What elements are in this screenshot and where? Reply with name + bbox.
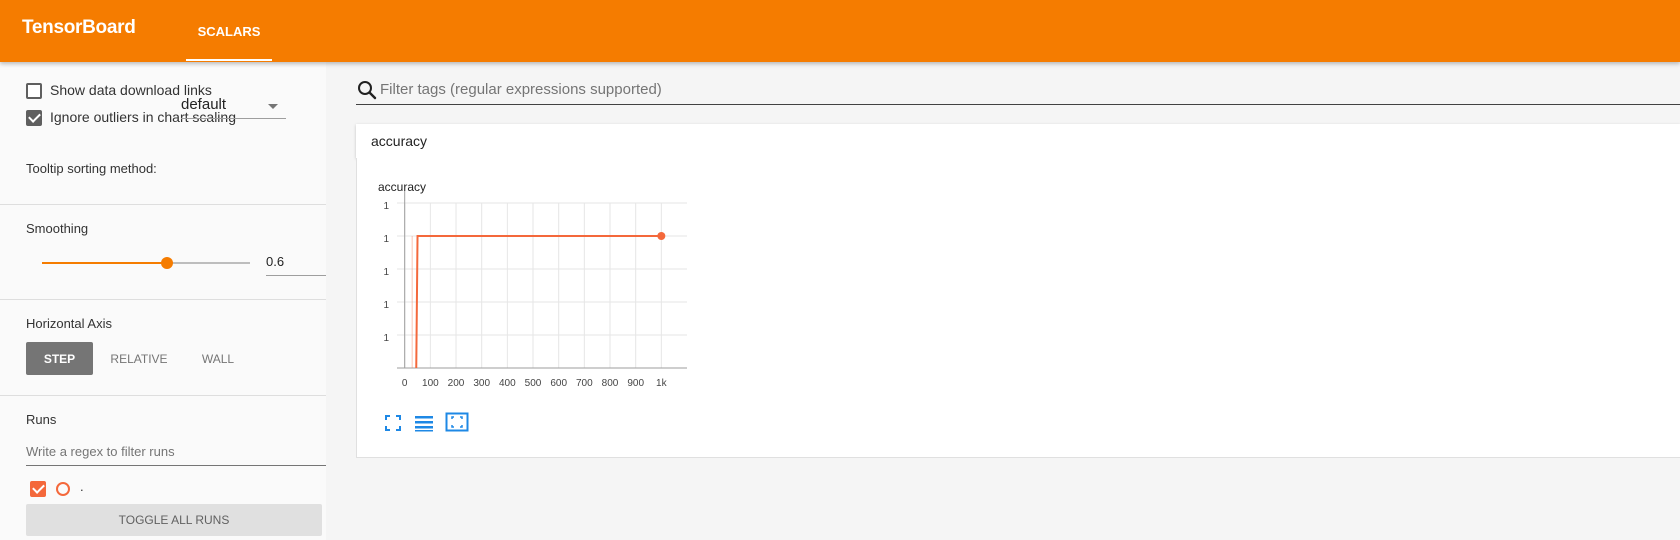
tooltip-sorting-label: Tooltip sorting method: [26,161,157,176]
tag-filter-input[interactable]: Filter tags (regular expressions support… [356,76,1680,105]
sidebar-divider [0,395,326,396]
toggle-all-runs-button[interactable]: TOGGLE ALL RUNS [26,504,322,536]
y-tick-label: 1 [383,300,389,311]
top-app-bar: TensorBoard SCALARS [0,0,1680,62]
smoothing-slider-thumb[interactable] [160,257,173,269]
x-tick-label: 0 [402,378,408,389]
tag-filter-placeholder: Filter tags (regular expressions support… [380,81,662,98]
run-name: . [80,479,84,494]
x-tick-label: 500 [525,378,542,389]
scalar-card: accuracy 1 1 1 1 1 0 100 200 300 400 500 600 700 800 9… [356,158,1680,458]
horizontal-axis-title: Horizontal Axis [26,316,112,331]
axis-relative-button[interactable]: RELATIVE [104,342,174,375]
category-title: accuracy [371,133,428,149]
x-tick-label: 300 [473,378,490,389]
x-tick-label: 100 [422,378,439,389]
tooltip-sorting-select[interactable]: default [181,94,286,119]
series-end-point [657,232,666,240]
runs-filter-input[interactable]: Write a regex to filter runs [26,441,326,466]
sidebar-divider [0,299,326,300]
accuracy-chart[interactable]: 1 1 1 1 1 0 100 200 300 400 500 600 700 800 900 1k [357,188,697,423]
smoothing-slider-fill [42,262,167,264]
x-tick-label: 700 [576,378,593,389]
sidebar-divider [0,204,326,205]
x-tick-label: 800 [602,378,619,389]
toggle-log-scale-icon[interactable] [414,413,434,433]
axis-step-button[interactable]: STEP [26,342,93,375]
active-tab-indicator [186,59,272,61]
axis-wall-button[interactable]: WALL [188,342,248,375]
y-tick-label: 1 [383,234,389,245]
x-tick-label: 400 [499,378,516,389]
x-tick-label: 200 [448,378,465,389]
app-brand: TensorBoard [22,17,136,38]
ignore-outliers-checkbox[interactable] [26,110,42,126]
smoothing-slider[interactable] [42,257,250,269]
category-header[interactable]: accuracy [356,124,1680,158]
sidebar [0,62,326,540]
runs-title: Runs [26,412,57,427]
dropdown-caret-icon [268,104,278,109]
fullscreen-icon[interactable] [384,414,402,432]
check-mark-icon [28,110,41,123]
x-tick-label: 900 [627,378,644,389]
smoothing-value-input[interactable]: 0.6 [266,250,326,276]
fit-domain-icon[interactable] [445,412,469,432]
check-mark-icon [32,481,45,494]
tooltip-sorting-value: default [181,96,227,113]
y-tick-label: 1 [383,333,389,344]
run-color-indicator[interactable] [56,482,70,496]
show-download-links-checkbox[interactable] [26,83,42,99]
x-tick-label: 600 [550,378,567,389]
run-checkbox[interactable] [30,481,46,497]
y-tick-label: 1 [383,267,389,278]
tab-scalars[interactable]: SCALARS [186,0,272,62]
runs-filter-placeholder: Write a regex to filter runs [26,444,175,459]
x-tick-label: 1k [656,378,668,389]
search-icon [358,81,377,100]
smoothing-title: Smoothing [26,221,89,236]
y-tick-label: 1 [383,201,389,212]
